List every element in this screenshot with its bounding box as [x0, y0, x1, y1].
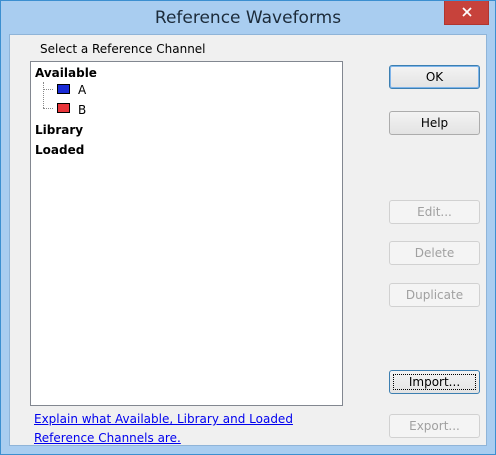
tree-node-library[interactable]: Library [35, 123, 83, 137]
explain-channels-link-line2[interactable]: Reference Channels are. [34, 431, 181, 445]
tree-connector [43, 108, 53, 109]
channel-b-color-swatch [57, 103, 70, 113]
tree-connector [43, 89, 53, 90]
tree-node-available[interactable]: Available [35, 66, 97, 80]
tree-node-loaded[interactable]: Loaded [35, 143, 84, 157]
window-title: Reference Waveforms [154, 8, 342, 28]
tree-node-channel-b[interactable]: B [78, 103, 86, 117]
dialog-window: Reference Waveforms Available A B Librar… [0, 0, 496, 455]
edit-button[interactable]: Edit... [389, 200, 480, 224]
tree-connector [43, 82, 44, 108]
reference-channel-tree[interactable]: Available A B Library Loaded [30, 61, 343, 406]
title-bar[interactable]: Reference Waveforms [1, 1, 495, 34]
export-button[interactable]: Export... [389, 414, 480, 438]
channel-a-color-swatch [57, 84, 70, 94]
close-button[interactable] [444, 1, 489, 25]
duplicate-button[interactable]: Duplicate [389, 283, 480, 307]
ok-button[interactable]: OK [389, 65, 480, 89]
select-reference-channel-heading: Select a Reference Channel [38, 42, 208, 56]
help-button[interactable]: Help [389, 111, 480, 135]
dialog-client-area: Available A B Library Loaded Select a Re… [9, 34, 487, 446]
delete-button[interactable]: Delete [389, 241, 480, 265]
explain-channels-link-line1[interactable]: Explain what Available, Library and Load… [34, 412, 293, 426]
close-icon [462, 7, 472, 17]
import-button[interactable]: Import... [389, 370, 480, 394]
tree-node-channel-a[interactable]: A [78, 83, 86, 97]
